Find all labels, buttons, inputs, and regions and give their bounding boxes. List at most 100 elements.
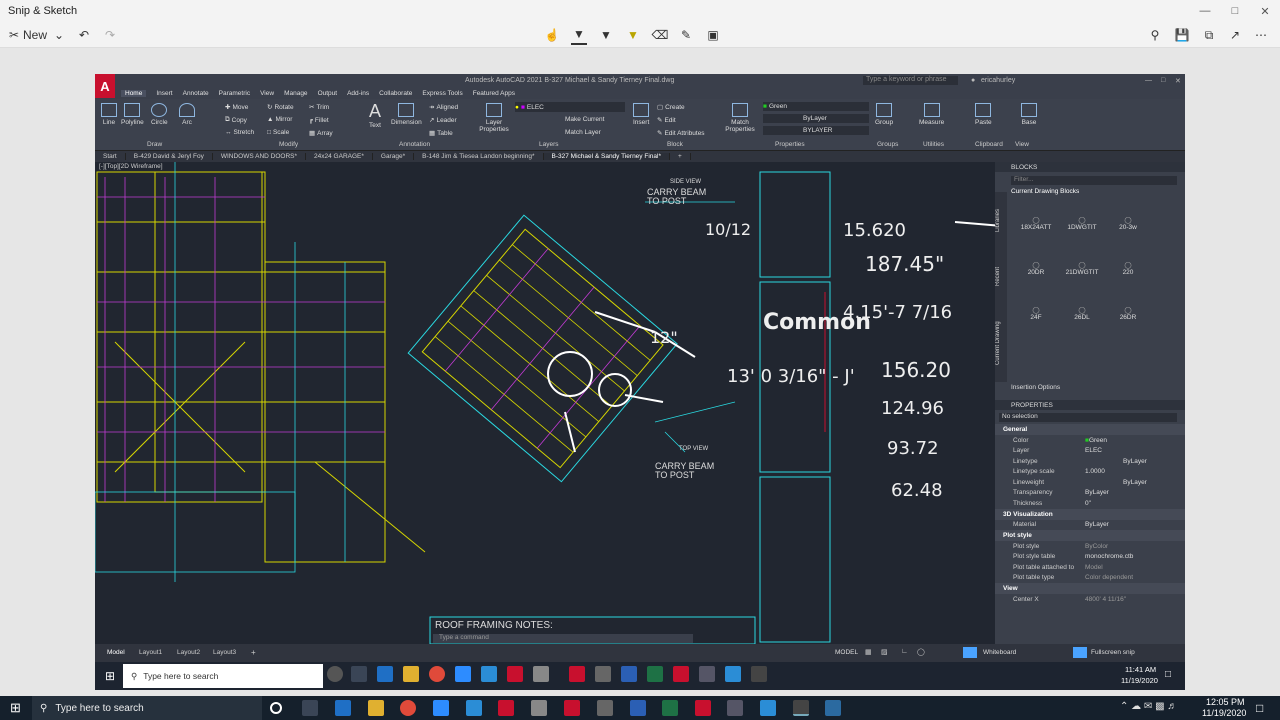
prop-row[interactable]: Plot table type Color dependent: [995, 573, 1185, 584]
stretch-tool[interactable]: ↔ Stretch: [225, 129, 254, 136]
eraser-icon[interactable]: ⌫: [652, 25, 669, 45]
prop-row[interactable]: Thickness 0": [995, 498, 1185, 509]
snip-icon[interactable]: [1073, 647, 1087, 658]
polar-icon[interactable]: ◯: [917, 648, 925, 656]
array-tool[interactable]: ▦ Array: [309, 129, 333, 138]
file-explorer-icon[interactable]: [368, 700, 384, 716]
snip-sketch-icon[interactable]: [751, 666, 767, 682]
tray-icons[interactable]: ⌃ ☁ ✉ ▩ ♬: [1120, 701, 1177, 712]
block-item[interactable]: ◯ 24F: [1013, 306, 1059, 321]
view-panel-label[interactable]: View: [1015, 141, 1029, 148]
close-button[interactable]: ✕: [1250, 0, 1280, 22]
aligned-tool[interactable]: ↠ Aligned: [429, 103, 458, 112]
layout-tab[interactable]: Layout3: [213, 649, 236, 656]
ortho-icon[interactable]: ∟: [901, 648, 908, 655]
trim-tool[interactable]: ✂ Trim: [309, 103, 329, 112]
outlook-icon[interactable]: [377, 666, 393, 682]
share-icon[interactable]: ↗: [1227, 25, 1243, 45]
highlighter-icon[interactable]: ▼: [625, 25, 641, 45]
tab-collaborate[interactable]: Collaborate: [379, 90, 412, 97]
fullscreen-snip-button[interactable]: Fullscreen snip: [1091, 649, 1135, 656]
acrobat-icon[interactable]: [507, 666, 523, 682]
block-panel-label[interactable]: Block: [667, 141, 683, 148]
redo-icon[interactable]: ↷: [102, 25, 118, 45]
measure-tool[interactable]: Measure: [919, 103, 944, 126]
whiteboard-button[interactable]: Whiteboard: [983, 649, 1016, 656]
settings-icon[interactable]: [533, 666, 549, 682]
color-dropdown[interactable]: ■ Green: [763, 102, 869, 111]
snip-sketch-icon[interactable]: [793, 700, 809, 716]
doc-tab[interactable]: Garage*: [373, 153, 415, 160]
chrome-icon[interactable]: [429, 666, 445, 682]
grid-icon[interactable]: ▦: [865, 648, 872, 656]
cortana-icon[interactable]: [327, 666, 343, 682]
create-block-tool[interactable]: ▢ Create: [657, 103, 685, 112]
edit-attributes-tool[interactable]: ✎ Edit Attributes: [657, 129, 705, 138]
cortana-icon[interactable]: [270, 702, 282, 714]
doc-tab-active[interactable]: B-327 Michael & Sandy Tierney Final*: [543, 153, 670, 160]
tab-parametric[interactable]: Parametric: [219, 90, 250, 97]
linetype-dropdown[interactable]: ByLayer: [763, 114, 869, 123]
scale-tool[interactable]: □ Scale: [267, 129, 289, 136]
move-tool[interactable]: ✚ Move: [225, 103, 248, 112]
pen-tool-icon[interactable]: [963, 647, 977, 658]
prop-row[interactable]: Layer ELEC: [995, 446, 1185, 457]
inner-search-box[interactable]: ⚲ Type here to search: [123, 664, 323, 688]
tab-annotate[interactable]: Annotate: [183, 90, 209, 97]
prop-row[interactable]: Color ■ Green: [995, 435, 1185, 446]
tab-manage[interactable]: Manage: [284, 90, 308, 97]
crop-icon[interactable]: ▣: [705, 25, 721, 45]
layers-panel-label[interactable]: Layers: [539, 141, 559, 148]
match-properties-tool[interactable]: Match Properties: [723, 103, 757, 133]
prop-row[interactable]: Material ByLayer: [995, 520, 1185, 531]
insertion-options[interactable]: Insertion Options: [1011, 384, 1060, 391]
calculator-icon[interactable]: [595, 666, 611, 682]
copy-tool[interactable]: ⧉ Copy: [225, 116, 247, 124]
new-button[interactable]: ✂ New: [8, 25, 48, 45]
visio-icon[interactable]: [725, 666, 741, 682]
block-item[interactable]: ◯ 1DWGTIT: [1059, 216, 1105, 231]
calculator-icon[interactable]: [597, 700, 613, 716]
help-search-input[interactable]: Type a keyword or phrase: [863, 76, 958, 85]
outlook-icon[interactable]: [335, 700, 351, 716]
tab-output[interactable]: Output: [318, 90, 338, 97]
group-tool[interactable]: Group: [875, 103, 893, 126]
block-item[interactable]: ◯ 18X24ATT: [1013, 216, 1059, 231]
edit-block-tool[interactable]: ✎ Edit: [657, 116, 676, 125]
autocad-taskbar-icon[interactable]: [564, 700, 580, 716]
word-icon[interactable]: [630, 700, 646, 716]
snap-icon[interactable]: ▨: [881, 648, 888, 656]
rotate-tool[interactable]: ↻ Rotate: [267, 103, 294, 112]
pdf-icon[interactable]: [695, 700, 711, 716]
layer-properties-tool[interactable]: Layer Properties: [477, 103, 511, 133]
layer-dropdown[interactable]: ● ■ ELEC: [515, 102, 625, 112]
copy-icon[interactable]: ⧉: [1201, 25, 1217, 45]
add-layout-icon[interactable]: +: [251, 648, 256, 657]
minimize-button[interactable]: —: [1190, 0, 1220, 22]
chrome-icon[interactable]: [400, 700, 416, 716]
zoom-app-icon[interactable]: [455, 666, 471, 682]
user-icon[interactable]: ●: [971, 77, 975, 84]
visio-icon[interactable]: [466, 700, 482, 716]
view-section[interactable]: View: [995, 583, 1185, 594]
acrobat-icon[interactable]: [498, 700, 514, 716]
annotation-panel-label[interactable]: Annotation: [399, 141, 430, 148]
text-tool[interactable]: A Text: [369, 101, 381, 129]
app-icon[interactable]: [727, 700, 743, 716]
ruler-icon[interactable]: ✎: [678, 25, 694, 45]
clipboard-panel-label[interactable]: Clipboard: [975, 141, 1003, 148]
tab-express-tools[interactable]: Express Tools: [422, 90, 462, 97]
save-icon[interactable]: 💾: [1174, 25, 1190, 45]
tab-home[interactable]: Home: [121, 89, 147, 97]
3d-visualization-section[interactable]: 3D Visualization: [995, 508, 1185, 520]
make-current-tool[interactable]: Make Current: [565, 116, 604, 123]
properties-panel-label[interactable]: Properties: [775, 141, 805, 148]
tab-view[interactable]: View: [260, 90, 274, 97]
acad-close-icon[interactable]: ✕: [1175, 77, 1181, 85]
side-tab-recent[interactable]: Recent: [995, 267, 1007, 286]
app-icon[interactable]: [699, 666, 715, 682]
task-view-icon[interactable]: [351, 666, 367, 682]
layout-tab-model[interactable]: Model: [107, 649, 125, 656]
excel-icon[interactable]: [647, 666, 663, 682]
doc-tab[interactable]: B-148 Jim & Tiesea Landon beginning*: [414, 153, 544, 160]
